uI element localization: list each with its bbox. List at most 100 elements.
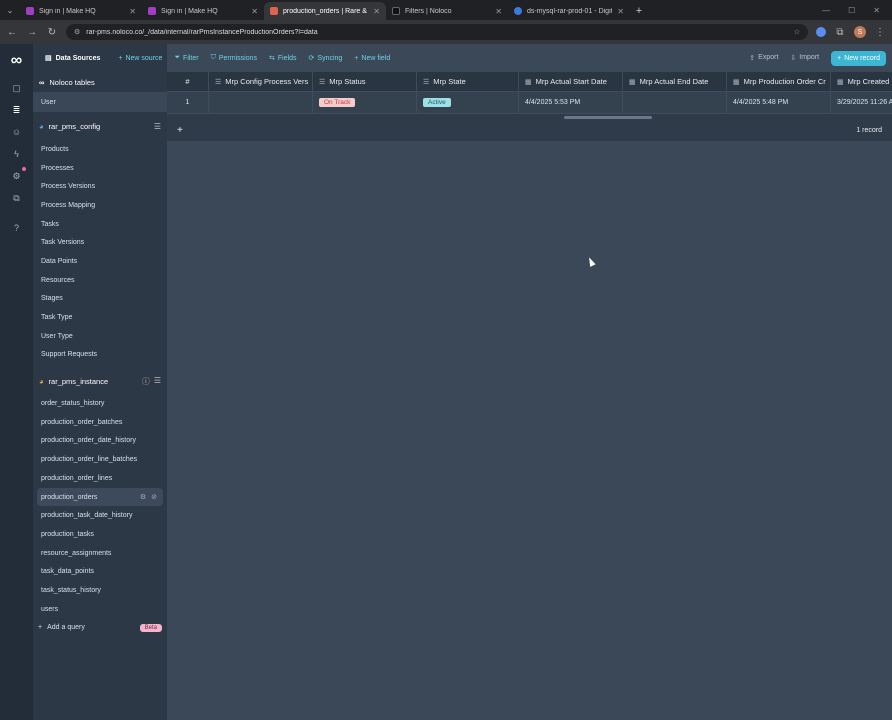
sidebar-item-production-order-batches[interactable]: production_order_batches [33,413,167,432]
instance-section[interactable]: ◕ rar_pms_instance ⓘ ☰ [33,368,167,394]
column-label: Mrp Status [329,77,366,86]
button-label: New field [361,54,391,62]
settings-gear-icon[interactable]: ⚙ [11,167,26,182]
permissions-button[interactable]: ⛉ Permissions [211,54,257,62]
new-field-button[interactable]: + New field [354,55,390,62]
sidebar-item-production-task-date-history[interactable]: production_task_date_history [33,506,167,525]
sidebar-item-processes[interactable]: Processes [33,159,167,178]
sidebar-item-support-requests[interactable]: Support Requests [33,346,167,365]
extension-icon[interactable] [816,27,826,37]
browser-tab[interactable]: ds-mysql-rar-prod-01 - Digital ✕ [508,2,630,20]
column-header[interactable]: ☰ Mrp Status [313,72,417,91]
help-icon[interactable]: ? [11,222,23,234]
filter-button[interactable]: ⏷ Filter [174,54,198,62]
sidebar-item-stages[interactable]: Stages [33,290,167,309]
sidebar-item-task-data-points[interactable]: task_data_points [33,562,167,581]
reload-icon[interactable]: ↻ [46,27,58,38]
site-info-icon[interactable]: ⚙ [74,28,80,36]
database-icon[interactable]: ≣ [11,104,23,116]
integrations-icon[interactable]: ⧉ [11,192,23,204]
close-window-icon[interactable]: ✕ [873,6,880,15]
browser-tab[interactable]: Filters | Noloco ✕ [386,2,508,20]
sidebar-item-label: users [41,605,59,613]
data-sources-tab[interactable]: ▤ Data Sources [39,50,107,66]
sidebar-item-data-points[interactable]: Data Points [33,252,167,271]
sidebar-item-production-order-lines[interactable]: production_order_lines [33,469,167,488]
close-tab-icon[interactable]: ✕ [251,7,258,16]
sidebar-item-production-orders[interactable]: production_orders ⚙ ⊘ [37,487,163,507]
browser-tab[interactable]: Sign in | Make HQ ✕ [20,2,142,20]
sidebar-item-production-order-date-history[interactable]: production_order_date_history [33,432,167,451]
extensions-puzzle-icon[interactable]: ⧉ [834,27,846,38]
column-header[interactable]: ☰ Mrp State [417,72,519,91]
tab-search-icon[interactable]: ⌄ [0,0,20,20]
maximize-icon[interactable]: ☐ [848,6,855,15]
column-header[interactable]: ▦ Mrp Actual End Date [623,72,727,91]
close-tab-icon[interactable]: ✕ [617,7,624,16]
profile-avatar[interactable]: S [854,26,866,38]
noloco-tables-section[interactable]: ∞ Noloco tables [33,72,167,92]
sidebar-item-task-versions[interactable]: Task Versions [33,233,167,252]
close-tab-icon[interactable]: ✕ [129,7,136,16]
menu-icon[interactable]: ☰ [154,122,161,131]
noloco-logo-icon[interactable]: ∞ [11,53,22,69]
cell-config-version[interactable] [209,92,313,113]
cell-state[interactable]: Active [417,92,519,113]
sidebar-item-production-order-line-batches[interactable]: production_order_line_batches [33,450,167,469]
workflows-bolt-icon[interactable]: ϟ [11,148,23,160]
forward-icon[interactable]: → [26,27,38,38]
syncing-button[interactable]: ⟳ Syncing [309,54,343,63]
close-tab-icon[interactable]: ✕ [495,7,502,16]
horizontal-scrollbar[interactable] [564,116,652,119]
toolbar-right: ⇪ Export ⇩ Import + New record [749,50,886,66]
sidebar-item-resource-assignments[interactable]: resource_assignments [33,544,167,563]
new-tab-icon[interactable]: + [630,2,648,20]
sidebar-item-products[interactable]: Products [33,140,167,159]
browser-tab-active[interactable]: production_orders | Rare & Pu ✕ [264,2,386,20]
pages-icon[interactable]: ▢ [11,82,23,94]
minimize-icon[interactable]: — [822,6,830,15]
column-header[interactable]: ▦ Mrp Created [831,72,892,91]
sidebar-item-order-status-history[interactable]: order_status_history [33,394,167,413]
sidebar-item-tasks[interactable]: Tasks [33,215,167,234]
table-row[interactable]: 1 On Track Active 4/4/2025 5:53 PM 4/4/2… [167,92,892,114]
hide-icon[interactable]: ⊘ [151,493,157,501]
cell-created[interactable]: 3/29/2025 11:26 AM [831,92,892,113]
browser-menu-icon[interactable]: ⋮ [874,27,886,38]
column-header-index[interactable]: # [167,72,209,91]
new-record-button[interactable]: + New record [831,50,886,66]
bookmark-star-icon[interactable]: ☆ [794,28,800,36]
cell-start-date[interactable]: 4/4/2025 5:53 PM [519,92,623,113]
sidebar-item-user-type[interactable]: User Type [33,327,167,346]
add-query-button[interactable]: + Add a query Beta [33,619,167,638]
cell-status[interactable]: On Track [313,92,417,113]
import-button[interactable]: ⇩ Import [790,54,819,62]
users-icon[interactable]: ☺ [11,126,23,138]
column-header[interactable]: ☰ Mrp Config Process Vers [209,72,313,91]
sidebar-item-user[interactable]: User [33,92,167,112]
calendar-icon: ▦ [837,78,844,86]
sidebar-item-process-versions[interactable]: Process Versions [33,177,167,196]
menu-icon[interactable]: ☰ [154,376,161,387]
sidebar-item-task-status-history[interactable]: task_status_history [33,581,167,600]
add-row-button[interactable]: + [177,125,183,136]
sidebar-item-process-mapping[interactable]: Process Mapping [33,196,167,215]
cell-end-date[interactable] [623,92,727,113]
help-circle-icon[interactable]: ⓘ [142,376,150,387]
config-section[interactable]: ◕ rar_pms_config ☰ [33,112,167,140]
cell-po-created[interactable]: 4/4/2025 5:48 PM [727,92,831,113]
close-tab-icon[interactable]: ✕ [373,7,380,16]
export-button[interactable]: ⇪ Export [749,54,778,62]
back-icon[interactable]: ← [6,27,18,38]
new-source-button[interactable]: + New source [118,55,162,62]
sidebar-item-resources[interactable]: Resources [33,271,167,290]
column-header[interactable]: ▦ Mrp Production Order Cr [727,72,831,91]
sidebar-item-task-type[interactable]: Task Type [33,308,167,327]
fields-button[interactable]: ⇆ Fields [269,54,297,63]
column-header[interactable]: ▦ Mrp Actual Start Date [519,72,623,91]
browser-tab[interactable]: Sign in | Make HQ ✕ [142,2,264,20]
sidebar-item-users[interactable]: users [33,600,167,619]
sidebar-item-production-tasks[interactable]: production_tasks [33,525,167,544]
settings-icon[interactable]: ⚙ [140,493,146,501]
url-input[interactable]: ⚙ rar-pms.noloco.co/_/data/internal/rarP… [66,24,808,40]
